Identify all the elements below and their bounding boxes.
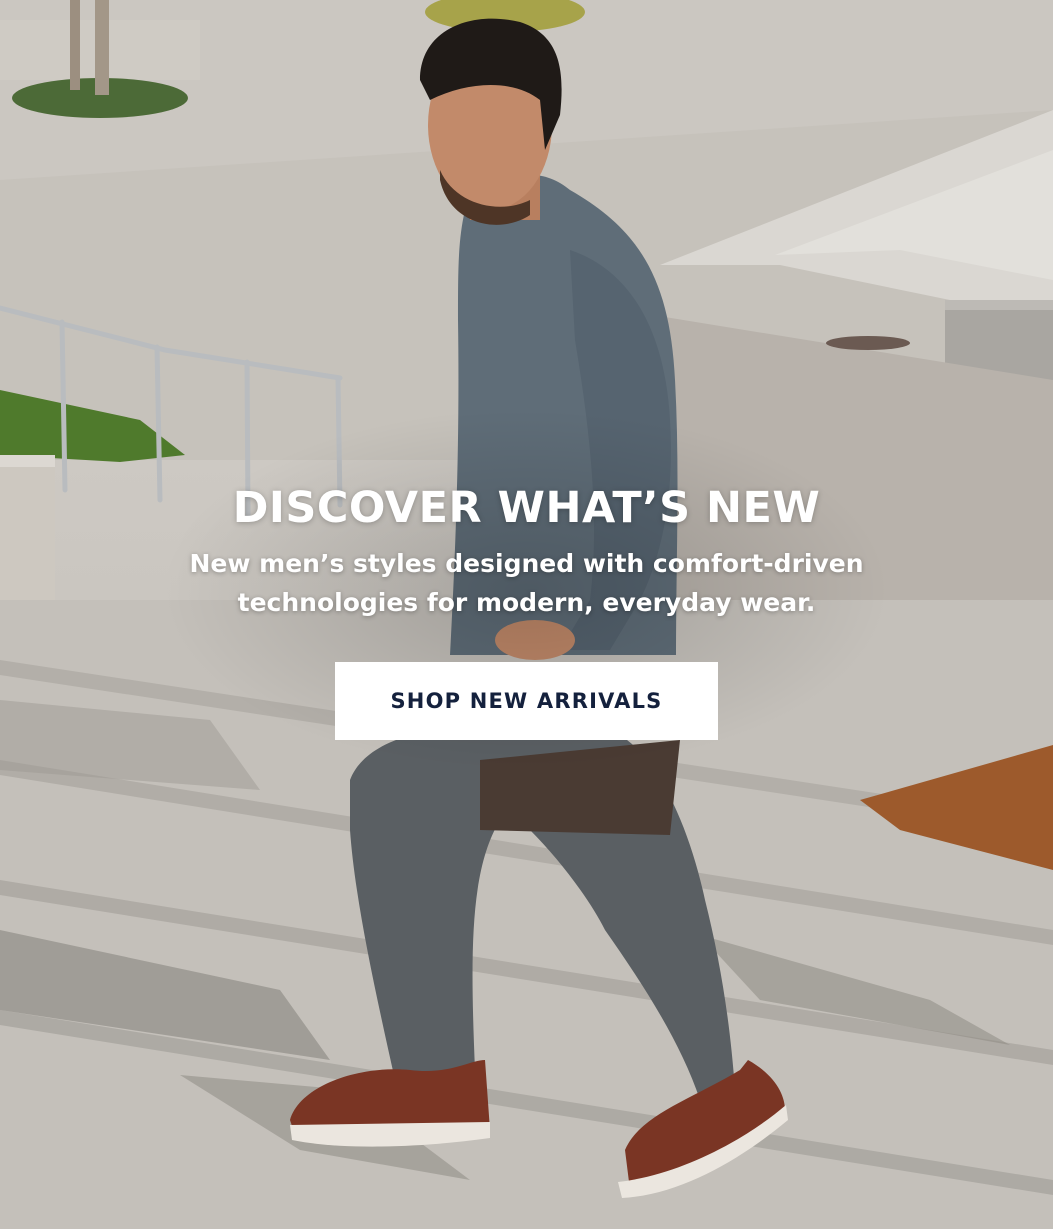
shop-new-arrivals-button[interactable]: SHOP NEW ARRIVALS — [335, 662, 718, 740]
hero-headline: DISCOVER WHAT’S NEW — [232, 483, 821, 533]
hero-subheadline: New men’s styles designed with comfort-d… — [189, 549, 864, 617]
hero-banner: DISCOVER WHAT’S NEW New men’s styles des… — [0, 0, 1053, 1229]
hero-copy: DISCOVER WHAT’S NEW New men’s styles des… — [0, 478, 1053, 622]
